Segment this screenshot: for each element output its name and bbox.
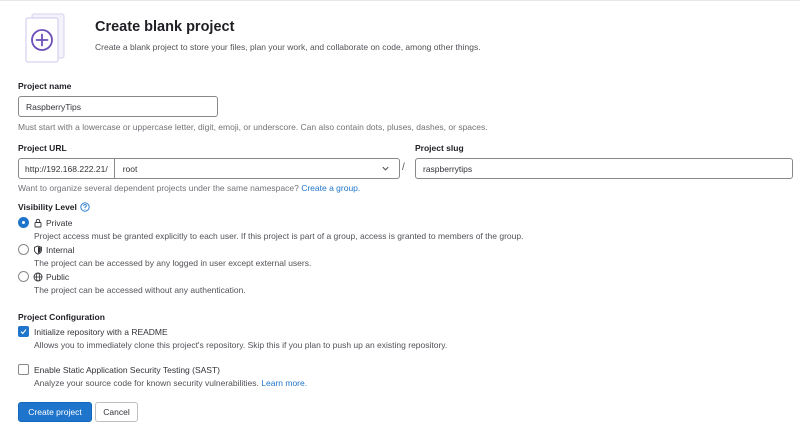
sast-checkbox[interactable] <box>18 364 29 375</box>
private-label: Private <box>46 217 73 228</box>
visibility-label-text: Visibility Level <box>18 202 77 212</box>
project-slug-input[interactable]: raspberrytips <box>415 158 793 179</box>
private-radio[interactable] <box>18 217 29 228</box>
project-name-value: RaspberryTips <box>26 101 81 112</box>
project-url-label: Project URL <box>18 143 67 153</box>
internal-radio[interactable] <box>18 244 29 255</box>
project-slug-label: Project slug <box>415 143 464 153</box>
readme-description: Allows you to immediately clone this pro… <box>34 340 448 350</box>
lock-icon <box>34 218 42 227</box>
url-prefix: http://192.168.222.21/ <box>18 158 115 179</box>
public-radio[interactable] <box>18 271 29 282</box>
sast-label: Enable Static Application Security Testi… <box>34 364 220 375</box>
sast-learn-more-link[interactable]: Learn more. <box>261 378 307 388</box>
public-description: The project can be accessed without any … <box>34 285 246 295</box>
readme-label: Initialize repository with a README <box>34 326 168 337</box>
namespace-value: root <box>122 163 138 174</box>
namespace-help: Want to organize several dependent proje… <box>18 183 360 193</box>
visibility-label: Visibility Level <box>18 202 90 212</box>
create-group-link[interactable]: Create a group. <box>301 183 360 193</box>
chevron-down-icon <box>382 166 389 171</box>
top-divider <box>0 0 800 1</box>
namespace-select[interactable]: root <box>114 158 400 179</box>
blank-project-illustration <box>25 13 65 63</box>
private-description: Project access must be granted explicitl… <box>34 231 524 241</box>
internal-label: Internal <box>46 244 75 255</box>
sast-description-text: Analyze your source code for known secur… <box>34 378 259 388</box>
cancel-button[interactable]: Cancel <box>95 402 138 422</box>
project-configuration-label: Project Configuration <box>18 312 105 322</box>
checkmark-icon <box>20 329 27 335</box>
visibility-option-internal[interactable]: Internal <box>18 244 74 255</box>
sast-description: Analyze your source code for known secur… <box>34 378 307 388</box>
url-separator: / <box>402 162 405 173</box>
internal-description: The project can be accessed by any logge… <box>34 258 312 268</box>
visibility-option-private[interactable]: Private <box>18 217 72 228</box>
globe-icon <box>33 272 43 281</box>
readme-option[interactable]: Initialize repository with a README <box>18 326 168 337</box>
shield-icon <box>34 245 42 255</box>
page-description: Create a blank project to store your fil… <box>95 42 481 52</box>
project-slug-value: raspberrytips <box>423 163 473 174</box>
visibility-option-public[interactable]: Public <box>18 271 69 282</box>
namespace-help-text: Want to organize several dependent proje… <box>18 183 299 193</box>
project-name-help: Must start with a lowercase or uppercase… <box>18 122 488 132</box>
page-title: Create blank project <box>95 19 235 35</box>
page-header: Create blank project Create a blank proj… <box>18 12 778 64</box>
public-label: Public <box>46 271 70 282</box>
project-name-label: Project name <box>18 81 72 91</box>
question-circle-icon[interactable] <box>80 202 90 212</box>
project-name-input[interactable]: RaspberryTips <box>18 96 218 117</box>
sast-option[interactable]: Enable Static Application Security Testi… <box>18 364 220 375</box>
readme-checkbox[interactable] <box>18 326 29 337</box>
project-url-group: http://192.168.222.21/ root <box>18 158 400 179</box>
create-project-button[interactable]: Create project <box>18 402 92 422</box>
